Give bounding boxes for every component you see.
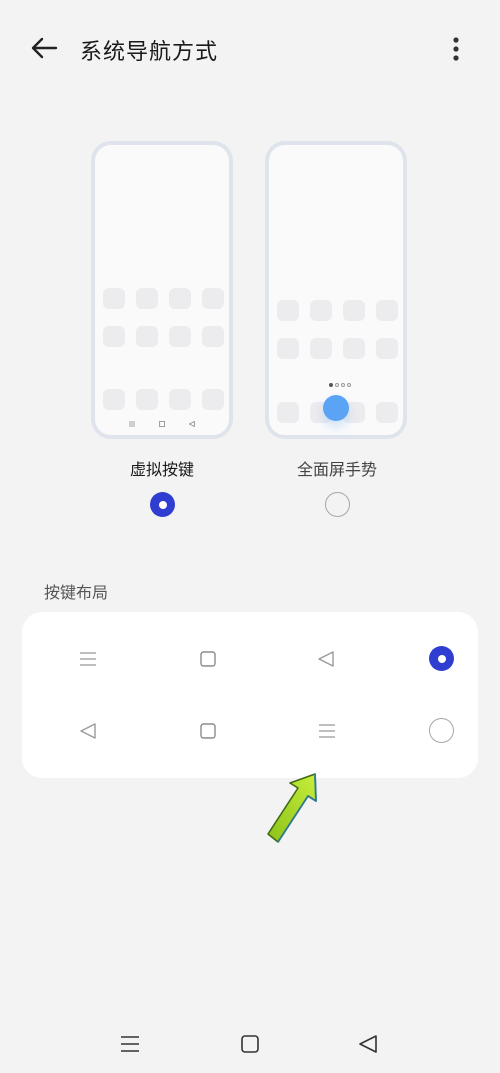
menu-icon <box>129 421 135 427</box>
app-icon-placeholder <box>103 326 125 347</box>
app-icon-placeholder <box>343 338 365 359</box>
app-grid-top <box>103 288 224 347</box>
back-triangle-icon <box>189 421 195 427</box>
key-layout-card <box>22 612 478 778</box>
layout-radio-2[interactable] <box>429 718 454 743</box>
home-button[interactable] <box>238 1032 262 1056</box>
back-triangle-icon <box>316 649 336 669</box>
page-dot <box>335 383 339 387</box>
app-bar: 系统导航方式 <box>0 0 500 100</box>
home-square-icon <box>198 721 218 741</box>
menu-icon <box>317 721 337 741</box>
back-triangle-icon <box>78 721 98 741</box>
app-icon-placeholder <box>169 288 191 309</box>
app-icon-placeholder <box>103 288 125 309</box>
app-icon-placeholder <box>310 338 332 359</box>
app-icon-placeholder <box>277 300 299 321</box>
app-icon-placeholder <box>136 326 158 347</box>
app-icon-placeholder <box>202 389 224 410</box>
mini-nav-bar <box>95 421 229 427</box>
app-icon-placeholder <box>310 300 332 321</box>
section-title-key-layout: 按键布局 <box>44 583 109 602</box>
app-icon-placeholder <box>277 338 299 359</box>
app-grid-top <box>277 300 398 359</box>
arrow-left-icon <box>31 37 58 59</box>
page-dot <box>347 383 351 387</box>
app-icon-placeholder <box>136 288 158 309</box>
back-triangle-icon <box>359 1035 377 1053</box>
page-title: 系统导航方式 <box>80 40 219 65</box>
page-dot <box>341 383 345 387</box>
virtual-keys-label: 虚拟按键 <box>129 460 194 479</box>
home-square-icon <box>241 1035 259 1053</box>
recents-button[interactable] <box>118 1032 142 1056</box>
gesture-radio[interactable] <box>325 492 350 517</box>
gesture-preview[interactable] <box>265 141 407 439</box>
virtual-keys-radio[interactable] <box>150 492 175 517</box>
page-dot-active <box>329 383 333 387</box>
green-arrow-annotation <box>267 773 317 843</box>
back-button[interactable] <box>26 30 62 66</box>
gesture-touch-indicator <box>323 395 349 421</box>
more-options-button[interactable] <box>438 30 474 68</box>
gesture-label: 全面屏手势 <box>296 460 377 479</box>
back-button-system[interactable] <box>356 1032 380 1056</box>
virtual-keys-preview[interactable] <box>91 141 233 439</box>
menu-icon <box>78 649 98 669</box>
app-icon-placeholder <box>343 300 365 321</box>
app-icon-placeholder <box>103 389 125 410</box>
app-icon-placeholder <box>169 326 191 347</box>
home-square-icon <box>198 649 218 669</box>
menu-icon <box>121 1036 139 1052</box>
home-square-icon <box>159 421 165 427</box>
app-icon-placeholder <box>376 300 398 321</box>
layout-radio-1[interactable] <box>429 646 454 671</box>
more-vertical-icon <box>453 37 459 61</box>
dock-row <box>103 389 224 410</box>
app-icon-placeholder <box>202 326 224 347</box>
app-icon-placeholder <box>376 402 398 423</box>
app-icon-placeholder <box>376 338 398 359</box>
app-icon-placeholder <box>136 389 158 410</box>
app-icon-placeholder <box>202 288 224 309</box>
page-indicator <box>329 383 351 387</box>
app-icon-placeholder <box>169 389 191 410</box>
app-icon-placeholder <box>277 402 299 423</box>
system-nav-bar <box>0 1020 500 1070</box>
